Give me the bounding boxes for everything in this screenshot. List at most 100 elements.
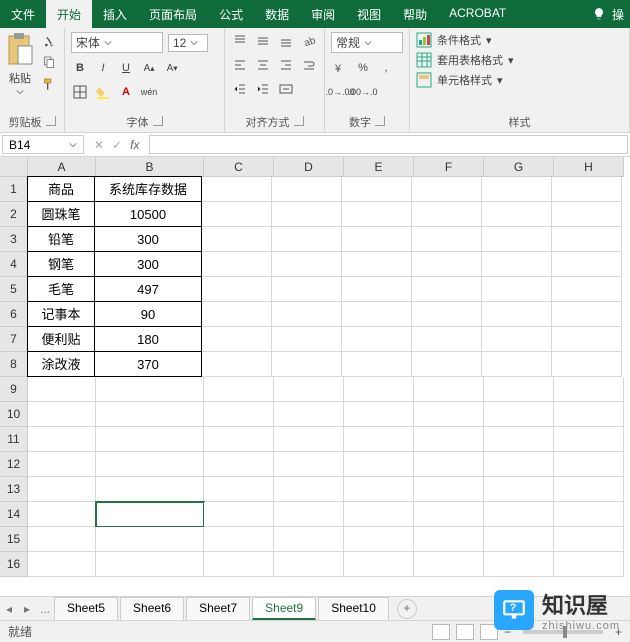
tab-formulas[interactable]: 公式 bbox=[208, 0, 254, 28]
tab-view[interactable]: 视图 bbox=[346, 0, 392, 28]
cell-B2[interactable]: 10500 bbox=[94, 201, 202, 227]
cell-C8[interactable] bbox=[202, 352, 272, 377]
orientation-button[interactable]: ab bbox=[300, 32, 318, 50]
cell-F4[interactable] bbox=[412, 252, 482, 277]
cell-B16[interactable] bbox=[96, 552, 204, 577]
cell-E10[interactable] bbox=[344, 402, 414, 427]
col-header-E[interactable]: E bbox=[344, 157, 414, 177]
cell-F13[interactable] bbox=[414, 477, 484, 502]
align-bottom-button[interactable] bbox=[277, 32, 295, 50]
italic-button[interactable]: I bbox=[94, 59, 112, 77]
border-button[interactable] bbox=[71, 83, 89, 101]
row-header-11[interactable]: 11 bbox=[0, 427, 28, 452]
increase-decimal-button[interactable]: .0→.00 bbox=[331, 83, 349, 101]
cell-A14[interactable] bbox=[28, 502, 96, 527]
cell-A9[interactable] bbox=[28, 377, 96, 402]
fill-color-button[interactable] bbox=[94, 83, 112, 101]
cell-F3[interactable] bbox=[412, 227, 482, 252]
cell-H5[interactable] bbox=[552, 277, 622, 302]
decrease-indent-button[interactable] bbox=[231, 80, 249, 98]
decrease-decimal-button[interactable]: .00→.0 bbox=[354, 83, 372, 101]
cancel-icon[interactable]: ✕ bbox=[94, 138, 104, 152]
sheet-nav-more[interactable]: ... bbox=[36, 602, 54, 616]
sheet-tab-Sheet6[interactable]: Sheet6 bbox=[120, 597, 184, 620]
cell-C5[interactable] bbox=[202, 277, 272, 302]
cell-H9[interactable] bbox=[554, 377, 624, 402]
formula-input[interactable] bbox=[149, 135, 628, 154]
cell-H13[interactable] bbox=[554, 477, 624, 502]
cell-D8[interactable] bbox=[272, 352, 342, 377]
cell-C14[interactable] bbox=[204, 502, 274, 527]
wrap-text-button[interactable] bbox=[300, 56, 318, 74]
cell-G13[interactable] bbox=[484, 477, 554, 502]
cell-C7[interactable] bbox=[202, 327, 272, 352]
cell-C13[interactable] bbox=[204, 477, 274, 502]
cell-H12[interactable] bbox=[554, 452, 624, 477]
font-name-select[interactable]: 宋体 bbox=[71, 32, 163, 53]
row-header-2[interactable]: 2 bbox=[0, 202, 28, 227]
align-middle-button[interactable] bbox=[254, 32, 272, 50]
cell-E15[interactable] bbox=[344, 527, 414, 552]
cell-G6[interactable] bbox=[482, 302, 552, 327]
cell-H3[interactable] bbox=[552, 227, 622, 252]
cell-F10[interactable] bbox=[414, 402, 484, 427]
col-header-F[interactable]: F bbox=[414, 157, 484, 177]
view-pagebreak-button[interactable] bbox=[480, 624, 498, 640]
cell-A15[interactable] bbox=[28, 527, 96, 552]
add-sheet-button[interactable]: + bbox=[397, 599, 417, 619]
cell-C11[interactable] bbox=[204, 427, 274, 452]
cell-H1[interactable] bbox=[552, 177, 622, 202]
cell-A11[interactable] bbox=[28, 427, 96, 452]
increase-indent-button[interactable] bbox=[254, 80, 272, 98]
cell-H8[interactable] bbox=[552, 352, 622, 377]
cell-F7[interactable] bbox=[412, 327, 482, 352]
dialog-launcher-icon[interactable] bbox=[294, 116, 304, 126]
cell-D5[interactable] bbox=[272, 277, 342, 302]
tab-acrobat[interactable]: ACROBAT bbox=[438, 0, 517, 28]
sheet-nav-next[interactable]: ▸ bbox=[18, 602, 36, 616]
cell-A4[interactable]: 钢笔 bbox=[27, 251, 95, 277]
cell-A3[interactable]: 铅笔 bbox=[27, 226, 95, 252]
sheet-tab-Sheet5[interactable]: Sheet5 bbox=[54, 597, 118, 620]
cell-B3[interactable]: 300 bbox=[94, 226, 202, 252]
cell-D14[interactable] bbox=[274, 502, 344, 527]
cell-C4[interactable] bbox=[202, 252, 272, 277]
underline-button[interactable]: U bbox=[117, 59, 135, 77]
cell-F11[interactable] bbox=[414, 427, 484, 452]
cell-H7[interactable] bbox=[552, 327, 622, 352]
col-header-C[interactable]: C bbox=[204, 157, 274, 177]
cell-G9[interactable] bbox=[484, 377, 554, 402]
cell-G11[interactable] bbox=[484, 427, 554, 452]
cell-B6[interactable]: 90 bbox=[94, 301, 202, 327]
dialog-launcher-icon[interactable] bbox=[153, 116, 163, 126]
cell-D11[interactable] bbox=[274, 427, 344, 452]
cell-E7[interactable] bbox=[342, 327, 412, 352]
col-header-D[interactable]: D bbox=[274, 157, 344, 177]
sheet-tab-Sheet9[interactable]: Sheet9 bbox=[252, 597, 316, 620]
cell-F9[interactable] bbox=[414, 377, 484, 402]
cell-A12[interactable] bbox=[28, 452, 96, 477]
cell-C1[interactable] bbox=[202, 177, 272, 202]
cell-D15[interactable] bbox=[274, 527, 344, 552]
cell-H4[interactable] bbox=[552, 252, 622, 277]
cell-H2[interactable] bbox=[552, 202, 622, 227]
row-header-16[interactable]: 16 bbox=[0, 552, 28, 577]
cell-C10[interactable] bbox=[204, 402, 274, 427]
cell-A7[interactable]: 便利贴 bbox=[27, 326, 95, 352]
cell-A10[interactable] bbox=[28, 402, 96, 427]
cell-H6[interactable] bbox=[552, 302, 622, 327]
tell-me-label[interactable]: 操 bbox=[612, 6, 624, 23]
cell-G4[interactable] bbox=[482, 252, 552, 277]
row-header-15[interactable]: 15 bbox=[0, 527, 28, 552]
font-color-button[interactable]: A bbox=[117, 83, 135, 101]
cell-D2[interactable] bbox=[272, 202, 342, 227]
sheet-tab-Sheet7[interactable]: Sheet7 bbox=[186, 597, 250, 620]
cell-G8[interactable] bbox=[482, 352, 552, 377]
cell-F14[interactable] bbox=[414, 502, 484, 527]
cell-F8[interactable] bbox=[412, 352, 482, 377]
cell-D3[interactable] bbox=[272, 227, 342, 252]
align-center-button[interactable] bbox=[254, 56, 272, 74]
col-header-B[interactable]: B bbox=[96, 157, 204, 177]
increase-font-button[interactable]: A▴ bbox=[140, 59, 158, 77]
currency-button[interactable]: ¥ bbox=[331, 59, 349, 77]
